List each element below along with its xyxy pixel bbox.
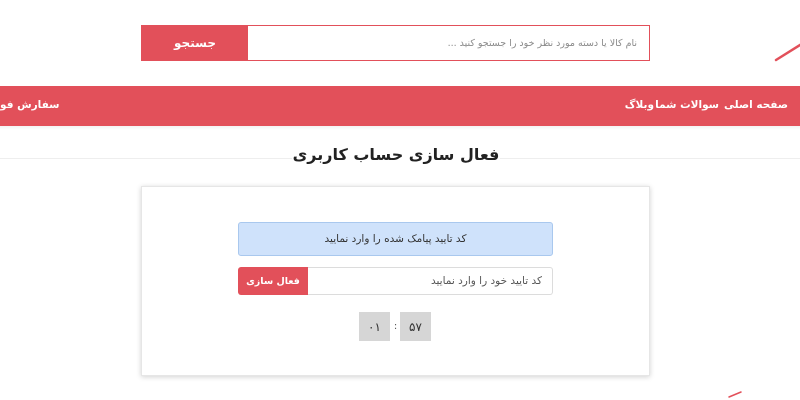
page: جستجو صفحه اصلی سوالات شما وبلاگ سفارش ف…	[0, 0, 800, 400]
title-divider-left	[0, 158, 292, 159]
nav-item-order[interactable]: سفارش فو	[0, 86, 59, 126]
verification-code-group: فعال سازی	[238, 267, 553, 295]
activation-card: کد تایید پیامک شده را وارد نمایید فعال س…	[141, 186, 650, 376]
nav-item-home[interactable]: صفحه اصلی	[724, 86, 788, 126]
nav-item-blog[interactable]: وبلاگ	[625, 86, 654, 126]
nav-shadow	[0, 126, 800, 130]
activate-button[interactable]: فعال سازی	[238, 267, 308, 295]
decorative-stroke-icon	[728, 391, 742, 398]
timer-seconds: ۰۱	[359, 312, 390, 341]
search-input[interactable]	[248, 26, 649, 60]
timer-minutes: ۵۷	[400, 312, 431, 341]
search-bar: جستجو	[141, 25, 650, 61]
search-button[interactable]: جستجو	[142, 26, 248, 60]
title-divider-right	[500, 158, 800, 159]
timer-separator: :	[393, 321, 398, 332]
sms-info-alert: کد تایید پیامک شده را وارد نمایید	[238, 222, 553, 256]
logo-swoosh-icon	[774, 43, 800, 62]
nav-item-faq[interactable]: سوالات شما	[655, 86, 719, 126]
page-title: فعال سازی حساب کاربری	[292, 145, 500, 164]
main-nav: صفحه اصلی سوالات شما وبلاگ سفارش فو	[0, 86, 800, 126]
verification-code-input[interactable]	[308, 267, 553, 295]
